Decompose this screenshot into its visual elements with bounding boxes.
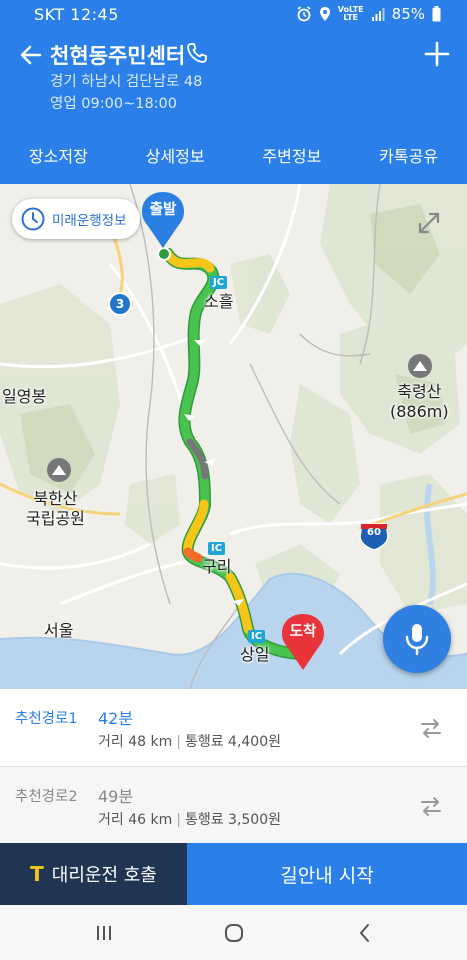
back-icon[interactable] (353, 921, 377, 945)
route-3-badge: 3 (108, 292, 132, 316)
signal-icon (371, 8, 385, 21)
label-bukhansan-name: 북한산 (33, 489, 78, 508)
expand-map-icon[interactable] (414, 208, 444, 238)
battery-percent: 85% (391, 5, 425, 23)
location-icon (319, 7, 330, 21)
system-nav-bar (0, 905, 467, 960)
label-bukhansan: 북한산 국립공원 (26, 489, 85, 529)
route-detail-icon[interactable] (418, 793, 444, 819)
label-chungnyeongsan-height: (886m) (390, 402, 449, 421)
route-name: 추천경로2 (15, 789, 78, 805)
tab-kakaotalk-share[interactable]: 카톡공유 (350, 126, 467, 184)
voice-search-button[interactable] (383, 605, 451, 673)
route-options: 추천경로1 42분 거리 48 km | 통행료 4,400원 추천경로2 49분 … (0, 689, 467, 843)
route-option-1[interactable]: 추천경로1 42분 거리 48 km | 통행료 4,400원 (0, 689, 467, 766)
network-icon: VoLTE LTE (337, 5, 364, 22)
label-guri: 구리 (202, 557, 232, 576)
tab-save-place[interactable]: 장소저장 (0, 126, 117, 184)
status-icons: VoLTE LTE 85% (296, 5, 441, 23)
label-chungnyeongsan: 축령산 (886m) (390, 382, 449, 422)
place-address: 경기 하남시 검단남로 48 (50, 74, 203, 90)
status-time: SKT 12:45 (34, 5, 119, 24)
label-sohul: 소흘 (204, 292, 234, 311)
recent-apps-icon[interactable] (92, 921, 116, 945)
route-map[interactable]: 미래운행정보 출발 도착 JC IC IC 3 60 소흘 일영봉 축령산 (8… (0, 184, 467, 689)
start-pin[interactable]: 출발 (140, 190, 186, 250)
label-ilyeongbong: 일영봉 (2, 387, 47, 406)
clock-icon (21, 207, 45, 231)
future-drive-info-button[interactable]: 미래운행정보 (12, 199, 140, 239)
label-chungnyeongsan-name: 축령산 (397, 382, 442, 401)
route-60-label: 60 (367, 527, 381, 538)
ic-badge-sangil: IC (248, 630, 266, 643)
t-logo-icon: T (30, 862, 44, 886)
end-pin-label: 도착 (289, 624, 317, 640)
route-summary: 거리 46 km | 통행료 3,500원 (98, 812, 282, 828)
start-pin-label: 출발 (149, 202, 177, 218)
status-bar: SKT 12:45 VoLTE LTE 85% (0, 0, 467, 30)
back-arrow-icon[interactable] (16, 40, 46, 70)
action-tabs: 장소저장 상세정보 주변정보 카톡공유 (0, 126, 467, 184)
home-icon[interactable] (222, 921, 246, 945)
label-bukhansan-park: 국립공원 (26, 509, 85, 528)
route-duration: 49분 (98, 787, 134, 806)
route-duration: 42분 (98, 709, 134, 728)
tab-nearby[interactable]: 주변정보 (234, 126, 351, 184)
route-toll: 통행료 4,400원 (184, 734, 282, 750)
label-sangil: 상일 (240, 645, 270, 664)
end-pin[interactable]: 도착 (280, 612, 326, 672)
ic-badge-guri: IC (208, 542, 226, 555)
route-toll: 통행료 3,500원 (184, 812, 282, 828)
phone-icon[interactable] (186, 42, 208, 64)
route-summary: 거리 48 km | 통행료 4,400원 (98, 734, 282, 750)
route-distance: 거리 46 km (98, 812, 173, 828)
tab-details[interactable]: 상세정보 (117, 126, 234, 184)
call-designated-driver-label: 대리운전 호출 (51, 865, 157, 886)
call-designated-driver-button[interactable]: T 대리운전 호출 (0, 843, 187, 905)
alarm-icon (297, 6, 311, 22)
start-navigation-button[interactable]: 길안내 시작 (187, 843, 467, 905)
jc-badge: JC (210, 276, 228, 289)
route-option-2[interactable]: 추천경로2 49분 거리 46 km | 통행료 3,500원 (0, 766, 467, 843)
add-icon[interactable] (423, 40, 451, 68)
route-distance: 거리 48 km (98, 734, 173, 750)
battery-icon (432, 6, 441, 22)
place-header: 천현동주민센터 경기 하남시 검단남로 48 영업 09:00~18:00 (0, 30, 467, 126)
place-hours: 영업 09:00~18:00 (50, 96, 178, 112)
label-seoul: 서울 (44, 621, 74, 640)
future-drive-info-label: 미래운행정보 (52, 213, 127, 229)
place-title: 천현동주민센터 (50, 44, 186, 68)
bottom-actions: T 대리운전 호출 길안내 시작 (0, 843, 467, 905)
microphone-icon (405, 624, 429, 656)
route-detail-icon[interactable] (418, 715, 444, 741)
route-name: 추천경로1 (15, 711, 78, 727)
